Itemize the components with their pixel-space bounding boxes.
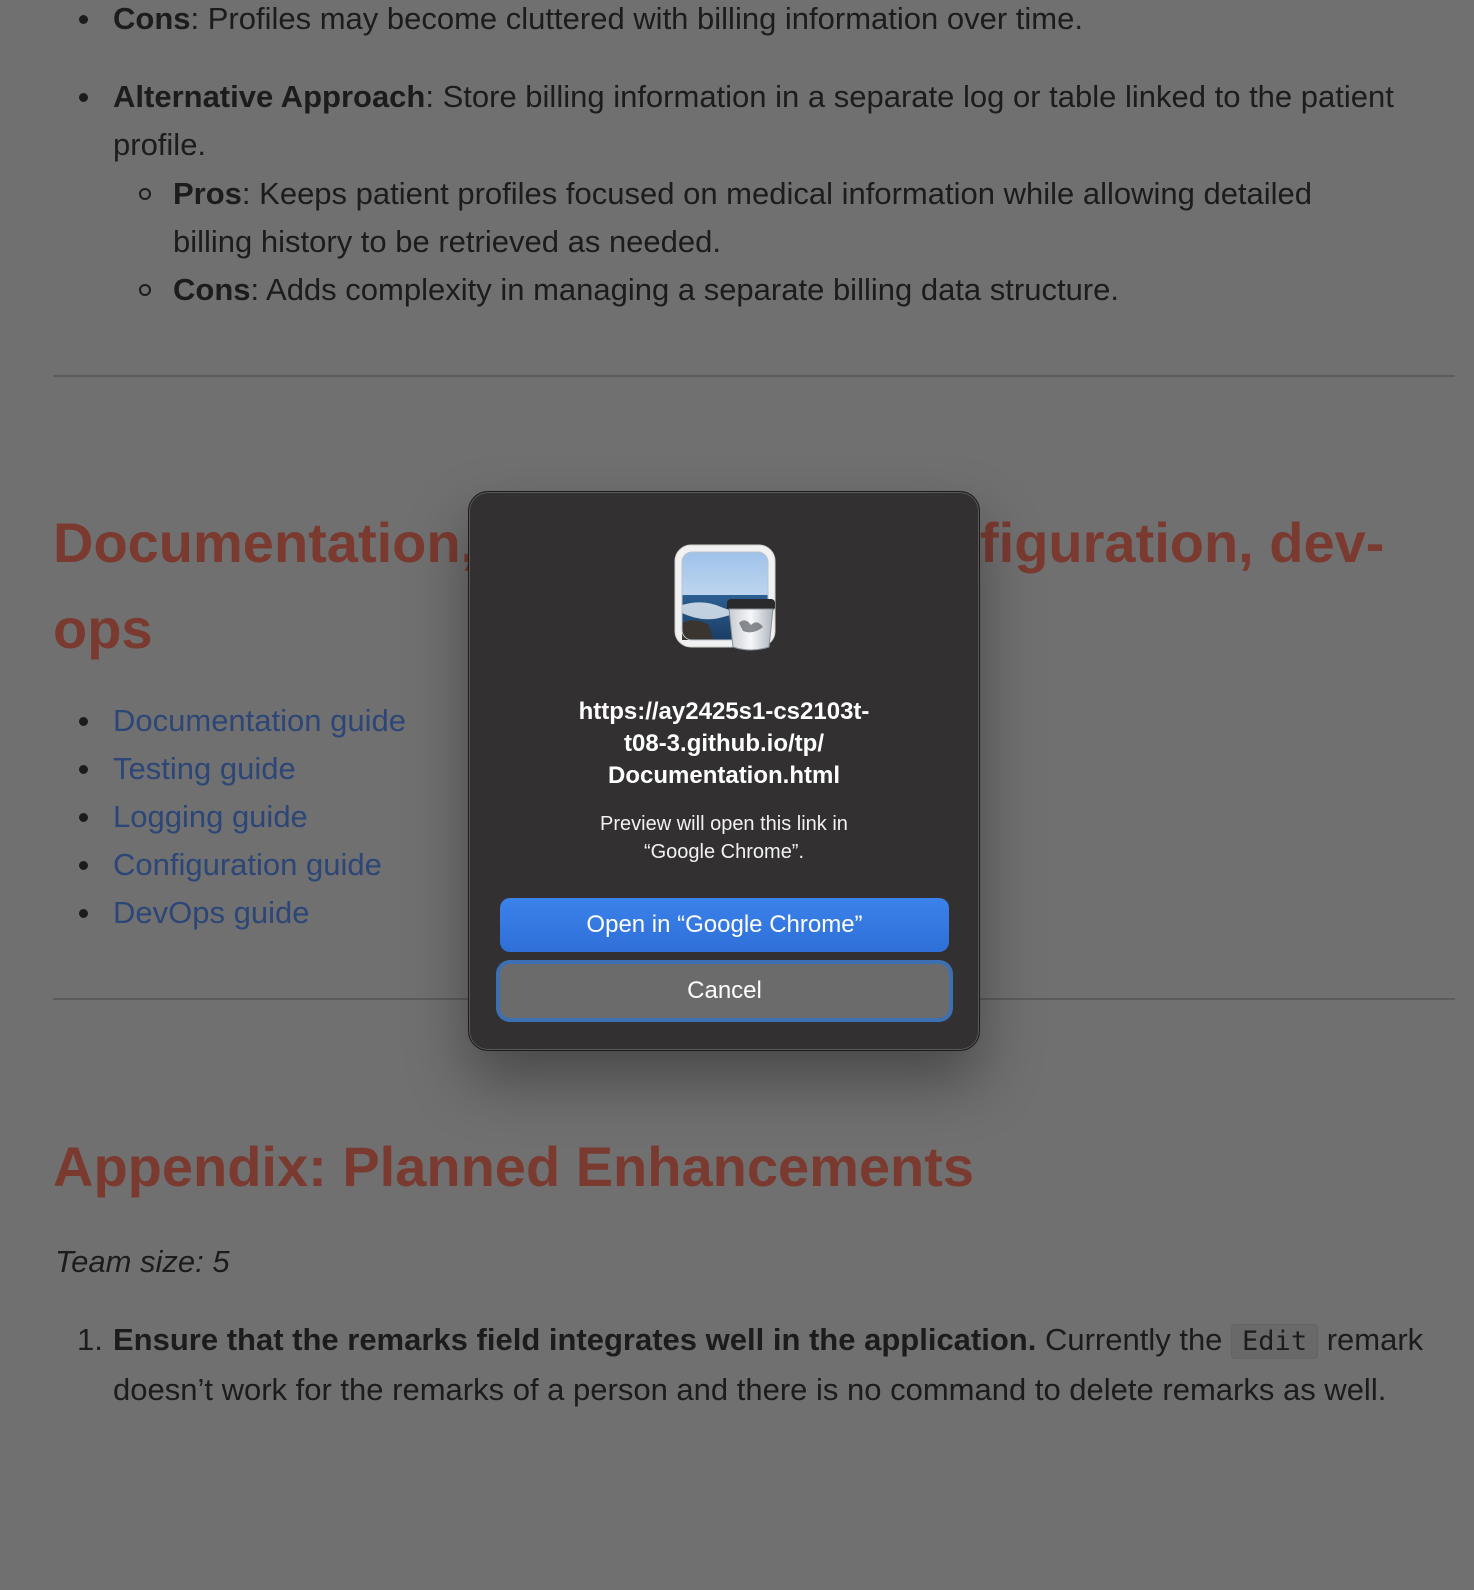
- item-text: Currently the: [1036, 1322, 1232, 1357]
- cons-text: : Profiles may become cluttered with bil…: [190, 1, 1083, 36]
- heading-text-left: Documentation,: [53, 511, 477, 574]
- dialog-message: Preview will open this link in “Google C…: [509, 810, 939, 866]
- heading-text-line2: ops: [53, 597, 153, 660]
- team-size-text: Team size: 5: [55, 1244, 230, 1279]
- pros-text-line2: billing history to be retrieved as neede…: [173, 224, 721, 259]
- list-item: 1. Ensure that the remarks field integra…: [77, 1316, 1443, 1414]
- message-line: Preview will open this link in: [600, 813, 848, 835]
- documentation-guide-link[interactable]: Documentation guide: [113, 703, 406, 738]
- dialog-url: https://ay2425s1-cs2103t- t08-3.github.i…: [509, 696, 939, 792]
- item-text: remark: [1318, 1322, 1424, 1357]
- item-title: Ensure that the remarks field integrates…: [113, 1322, 1037, 1357]
- list-item: Testing guide: [79, 745, 296, 793]
- item-number: 1.: [77, 1322, 103, 1357]
- bullet-icon: [79, 717, 88, 726]
- item-text-line2: doesn’t work for the remarks of a person…: [113, 1372, 1387, 1407]
- pros-label: Pros: [173, 176, 242, 211]
- appendix-heading: Appendix: Planned Enhancements: [53, 1135, 975, 1198]
- devops-guide-link[interactable]: DevOps guide: [113, 895, 309, 930]
- url-line: t08-3.github.io/tp/: [624, 730, 824, 757]
- list-item: Cons: Adds complexity in managing a sepa…: [139, 266, 1119, 314]
- section-heading: Documentation,: [53, 500, 476, 586]
- alternative-approach-label: Alternative Approach: [113, 79, 426, 114]
- pros-text: : Keeps patient profiles focused on medi…: [241, 176, 1313, 211]
- cancel-button[interactable]: Cancel: [500, 964, 949, 1018]
- bullet-icon: [79, 861, 88, 870]
- list-item: Cons: Profiles may become cluttered with…: [79, 0, 1083, 43]
- open-link-dialog: https://ay2425s1-cs2103t- t08-3.github.i…: [468, 491, 980, 1051]
- open-in-chrome-button[interactable]: Open in “Google Chrome”: [500, 898, 949, 952]
- testing-guide-link[interactable]: Testing guide: [113, 751, 296, 786]
- list-item: Alternative Approach: Store billing info…: [79, 73, 1443, 169]
- alternative-approach-text: : Store billing information in a separat…: [425, 79, 1394, 114]
- cons-label: Cons: [113, 1, 191, 36]
- list-item: Documentation guide: [79, 697, 406, 745]
- message-line: “Google Chrome”.: [643, 841, 805, 863]
- bullet-icon: [79, 909, 88, 918]
- bullet-icon: [79, 93, 88, 102]
- list-item: Pros: Keeps patient profiles focused on …: [139, 170, 1443, 266]
- url-line: Documentation.html: [608, 762, 840, 789]
- heading-text-right: figuration, dev-: [980, 511, 1385, 574]
- list-item: Logging guide: [79, 793, 308, 841]
- alternative-approach-text-line2: profile.: [113, 127, 207, 162]
- section-heading-continued: figuration, dev-: [980, 500, 1384, 586]
- bullet-icon: [79, 765, 88, 774]
- bullet-icon: [79, 813, 88, 822]
- list-item: DevOps guide: [79, 889, 309, 937]
- cons-text: : Adds complexity in managing a separate…: [250, 272, 1119, 307]
- configuration-guide-link[interactable]: Configuration guide: [113, 847, 382, 882]
- preview-app-icon: [673, 543, 781, 651]
- list-item: Configuration guide: [79, 841, 382, 889]
- logging-guide-link[interactable]: Logging guide: [113, 799, 308, 834]
- inline-code: Edit: [1231, 1324, 1319, 1359]
- url-line: https://ay2425s1-cs2103t-: [578, 698, 870, 725]
- bullet-icon: [79, 15, 88, 24]
- circle-bullet-icon: [139, 188, 151, 200]
- cons-label: Cons: [173, 272, 251, 307]
- horizontal-divider: [53, 375, 1455, 377]
- circle-bullet-icon: [139, 284, 151, 296]
- section-heading-line2: ops: [53, 586, 153, 672]
